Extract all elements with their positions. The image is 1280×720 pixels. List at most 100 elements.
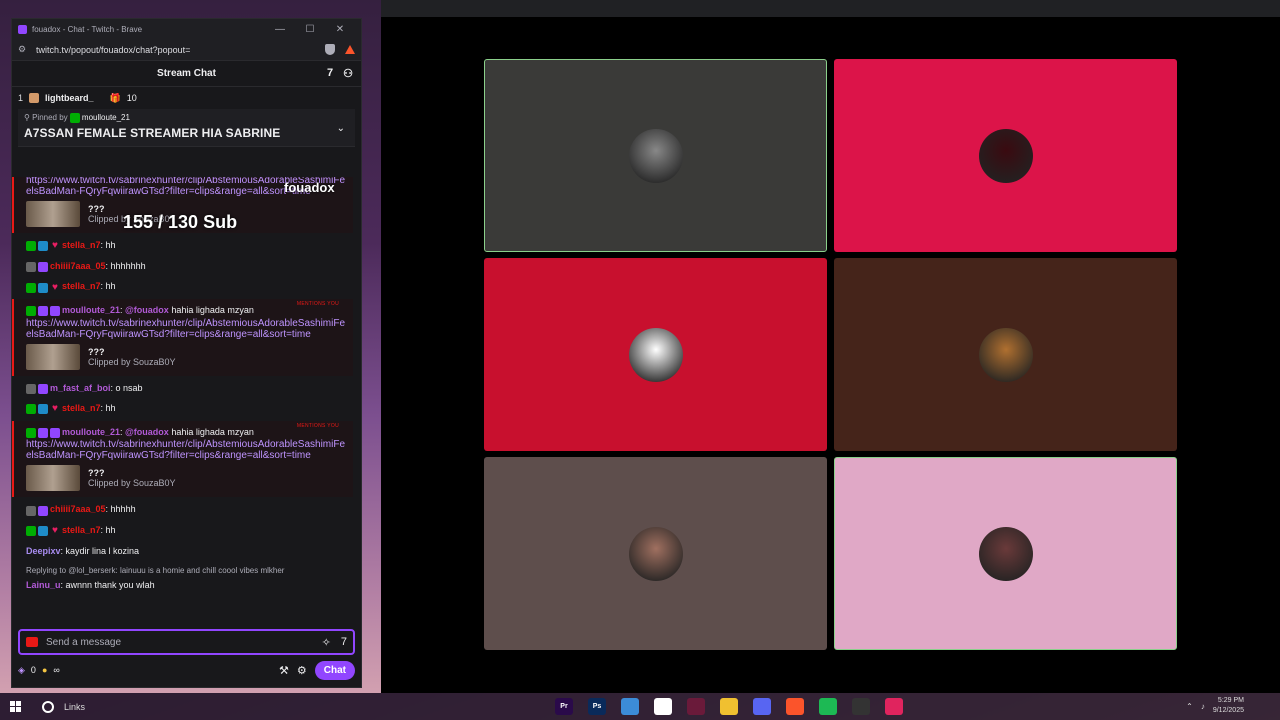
taskbar-apps: Pr Ps <box>555 698 903 715</box>
chat-username[interactable]: stella_n7 <box>62 240 101 250</box>
chat-username[interactable]: Lainu_u <box>26 580 61 590</box>
chat-input[interactable]: Send a message ✧ 7 <box>18 629 355 655</box>
chat-message[interactable]: m_fast_af_boi: o nsab <box>12 378 353 399</box>
chevron-up-icon[interactable]: ⌃ <box>1186 702 1193 711</box>
chat-message[interactable]: chiiii7aaa_05: hhhhh <box>12 499 353 520</box>
clip-link[interactable]: https://www.twitch.tv/sabrinexhunter/cli… <box>26 318 347 340</box>
clip-thumbnail[interactable] <box>26 465 80 492</box>
pinned-by: ⚲ Pinned by moulloute_21 <box>24 113 349 123</box>
chat-message[interactable]: moulloute_21: @fouadox hahia lighada mzy… <box>26 425 347 440</box>
badge-icon <box>26 404 36 415</box>
address-bar[interactable]: ⚙ twitch.tv/popout/fouadox/chat?popout= <box>12 39 361 61</box>
clip-link[interactable]: https://www.twitch.tv/sabrinexhunter/cli… <box>26 439 347 461</box>
chat-username[interactable]: m_fast_af_boi <box>50 383 111 393</box>
participant-tile[interactable] <box>834 59 1177 252</box>
taskbar-app-icon[interactable] <box>720 698 738 715</box>
chat-message-list[interactable]: https://www.twitch.tv/sabrinexhunter/cli… <box>12 177 353 627</box>
mention[interactable]: @fouadox <box>125 305 169 315</box>
volume-icon[interactable]: ♪ <box>1201 702 1205 711</box>
chat-username[interactable]: Deepixv <box>26 546 61 556</box>
chat-username[interactable]: stella_n7 <box>62 525 101 535</box>
settings-icon[interactable]: ⚙ <box>297 664 307 677</box>
taskbar-app-icon[interactable]: Pr <box>555 698 573 715</box>
clip-card[interactable]: ??? Clipped by SouzaB0Y <box>26 465 347 492</box>
chat-message[interactable]: ♥ stella_n7: hh <box>12 520 353 541</box>
camera-icon[interactable] <box>26 637 38 647</box>
taskbar-search[interactable]: Links <box>42 700 85 713</box>
brave-shield-icon[interactable] <box>325 44 335 55</box>
chevron-down-icon[interactable]: ⌄ <box>337 123 345 134</box>
taskbar-app-icon[interactable] <box>786 698 804 715</box>
translate-icon[interactable]: 7 <box>327 67 333 80</box>
clock-date: 9/12/2025 <box>1212 707 1244 714</box>
taskbar-app-icon[interactable] <box>753 698 771 715</box>
close-button[interactable]: ✕ <box>325 24 355 35</box>
chat-username[interactable]: chiiii7aaa_05 <box>50 261 106 271</box>
chat-send-button[interactable]: Chat <box>314 660 355 680</box>
gift-leaderboard[interactable]: 1 lightbeard_ 🎁 10 <box>12 87 361 109</box>
pinned-by-label: Pinned by <box>32 113 68 123</box>
mod-tools-icon[interactable]: ⚒ <box>279 664 289 677</box>
participant-avatar <box>978 327 1033 382</box>
users-icon[interactable]: ⚇ <box>343 67 353 80</box>
taskbar-app-icon[interactable] <box>819 698 837 715</box>
chat-username[interactable]: moulloute_21 <box>62 427 120 437</box>
chat-message[interactable]: moulloute_21: @fouadox hahia lighada mzy… <box>26 303 347 318</box>
participant-tile[interactable] <box>484 258 827 451</box>
pinned-by-user[interactable]: moulloute_21 <box>82 113 130 122</box>
pinned-message[interactable]: ⚲ Pinned by moulloute_21 A7SSAN FEMALE S… <box>18 109 355 147</box>
participant-tile[interactable] <box>484 59 827 252</box>
site-settings-icon[interactable]: ⚙ <box>18 44 30 55</box>
taskbar-app-icon[interactable] <box>621 698 639 715</box>
chat-message[interactable]: ♥ stella_n7: hh <box>12 398 353 419</box>
badge-icon <box>26 282 36 293</box>
message-placeholder[interactable]: Send a message <box>46 637 322 648</box>
mention[interactable]: @fouadox <box>125 427 169 437</box>
message-text: : hh <box>100 240 116 250</box>
taskbar-app-icon[interactable] <box>654 698 672 715</box>
mention-message[interactable]: MENTIONS YOU moulloute_21: @fouadox hahia… <box>12 298 353 376</box>
bits-icon[interactable]: ● <box>42 665 47 675</box>
chat-username[interactable]: chiiii7aaa_05 <box>50 504 106 514</box>
clip-author: Clipped by SouzaB0Y <box>88 478 176 489</box>
url-text[interactable]: twitch.tv/popout/fouadox/chat?popout= <box>30 45 325 55</box>
minimize-button[interactable]: — <box>265 24 295 35</box>
leaderboard-user[interactable]: lightbeard_ <box>45 93 94 103</box>
message-text: : hhhhh <box>105 504 136 515</box>
badge-icon <box>38 404 48 415</box>
chat-message[interactable]: ♥ stella_n7: hh <box>12 235 353 256</box>
channel-points-icon[interactable]: ◈ <box>18 665 25 676</box>
clip-thumbnail[interactable] <box>26 201 80 227</box>
participant-tile[interactable] <box>484 457 827 650</box>
window-title: fouadox - Chat - Twitch - Brave <box>32 24 143 34</box>
windows-start-icon[interactable] <box>10 700 22 713</box>
participant-tile[interactable] <box>834 258 1177 451</box>
chat-username[interactable]: stella_n7 <box>62 403 101 413</box>
taskbar-app-icon[interactable] <box>687 698 705 715</box>
badge-icon <box>26 526 36 537</box>
taskbar: Links Pr Ps ⌃ ♪ 5:29 PM 9/12/2025 <box>0 693 1280 720</box>
clip-card[interactable]: ??? Clipped by SouzaB0Y <box>26 343 347 370</box>
taskbar-app-icon[interactable] <box>885 698 903 715</box>
chat-message[interactable]: Deepixv: kaydir lina l kozina <box>12 541 353 561</box>
maximize-button[interactable]: ☐ <box>295 24 325 35</box>
chat-message[interactable]: ♥ stella_n7: hh <box>12 276 353 297</box>
participant-tile[interactable] <box>834 457 1177 650</box>
taskbar-app-icon[interactable] <box>852 698 870 715</box>
search-icon <box>42 700 54 713</box>
user-badges <box>26 381 50 395</box>
chat-username[interactable]: moulloute_21 <box>62 305 120 315</box>
brave-rewards-icon[interactable] <box>345 45 355 54</box>
chat-message[interactable]: chiiii7aaa_05: hhhhhhh <box>12 256 353 277</box>
user-badges <box>26 503 50 517</box>
chat-message[interactable]: Replying to @lol_berserk: lainuuu is a h… <box>12 561 353 595</box>
clock[interactable]: 5:29 PM 9/12/2025 <box>1213 696 1244 716</box>
chat-username[interactable]: stella_n7 <box>62 281 101 291</box>
effects-icon[interactable]: ✧ <box>322 636 331 649</box>
badge-icon <box>38 428 48 438</box>
clip-thumbnail[interactable] <box>26 343 80 370</box>
taskbar-app-icon[interactable]: Ps <box>588 698 606 715</box>
message-text: hahia lighada mzyan <box>168 304 254 315</box>
mention-message[interactable]: MENTIONS YOU moulloute_21: @fouadox hahia… <box>12 420 353 498</box>
emote-icon[interactable]: 7 <box>341 636 347 649</box>
